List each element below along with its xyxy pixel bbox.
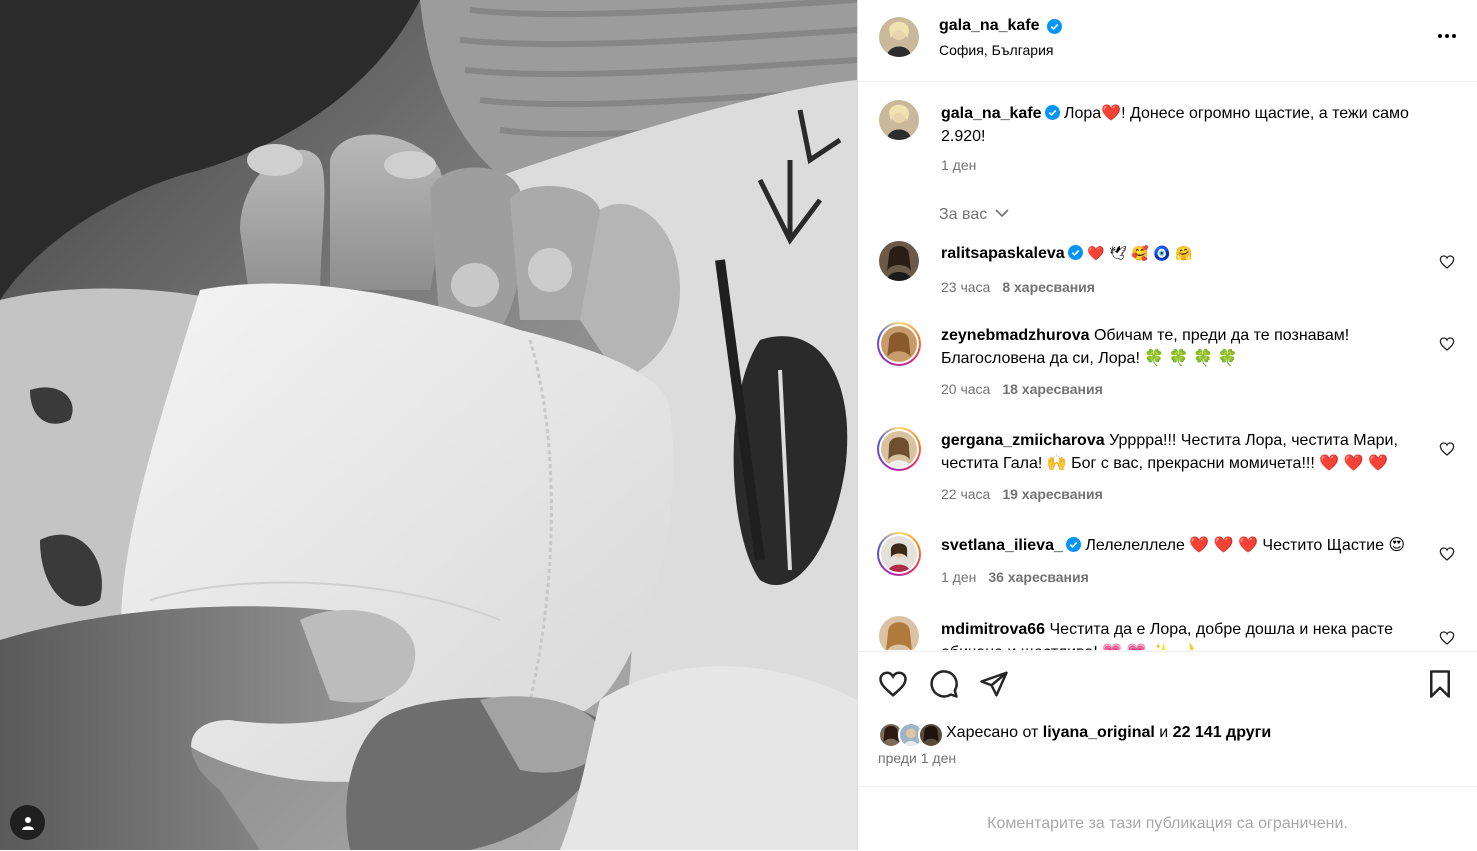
commenter-avatar[interactable]	[877, 427, 921, 471]
author-username[interactable]: gala_na_kafe	[939, 17, 1040, 35]
comment-text: ❤️ 🕊 🥰 🧿 🤗	[1087, 246, 1193, 262]
comment-meta: 1 ден 36 харесвания	[941, 569, 1089, 585]
caption-text-block: gala_na_kafe Лора❤️! Донесе огромно щаст…	[941, 102, 1456, 148]
comment-time: 20 часа	[941, 381, 991, 397]
comment-text-block: svetlana_ilieva_ Лелелеллеле ❤️ ❤️ ❤️ Че…	[941, 534, 1441, 557]
post-header: gala_na_kafe София, България	[858, 0, 1477, 82]
user-tag-button[interactable]	[10, 805, 45, 840]
commenter-avatar[interactable]	[879, 241, 919, 281]
for-you-label: За вас	[939, 206, 988, 223]
comment-time: 22 часа	[941, 486, 991, 502]
heart-icon[interactable]	[1439, 254, 1455, 270]
commenter-avatar[interactable]	[877, 322, 921, 366]
heart-icon[interactable]	[1439, 630, 1455, 646]
comment-icon[interactable]	[929, 669, 959, 699]
liked-by-text: Харесано от liyana_original и 22 141 дру…	[946, 724, 1271, 742]
caption-avatar[interactable]	[879, 100, 919, 140]
comment-username[interactable]: svetlana_ilieva_	[941, 537, 1063, 554]
chevron-down-icon	[995, 209, 1009, 218]
verified-icon	[1065, 537, 1081, 552]
comment-meta: 23 часа 8 харесвания	[941, 279, 1095, 295]
comments-restricted-notice: Коментарите за тази публикация са ограни…	[987, 815, 1348, 832]
share-icon[interactable]	[979, 669, 1009, 699]
author-avatar[interactable]	[879, 17, 919, 57]
comment-likes[interactable]: 18 харесвания	[1002, 381, 1102, 397]
liked-by-others[interactable]: 22 141 други	[1173, 724, 1272, 741]
caption-username[interactable]: gala_na_kafe	[941, 105, 1042, 122]
comment-text-block: gergana_zmiicharova Урррра!!! Честита Ло…	[941, 429, 1441, 475]
heart-icon[interactable]	[878, 669, 908, 699]
post-location[interactable]: София, България	[939, 42, 1053, 58]
more-icon[interactable]	[1435, 24, 1459, 48]
comment-username[interactable]: gergana_zmiicharova	[941, 432, 1105, 449]
comment-username[interactable]: mdimitrova66	[941, 621, 1045, 638]
comment-meta: 22 часа 19 харесвания	[941, 486, 1103, 502]
comment-likes[interactable]: 36 харесвания	[988, 569, 1088, 585]
post-actions: Харесано от liyana_original и 22 141 дру…	[858, 651, 1477, 787]
comment-username[interactable]: zeynebmadzhurova	[941, 327, 1089, 344]
user-tag-icon	[21, 816, 34, 830]
comment-text-block: zeynebmadzhurova Обичам те, преди да те …	[941, 324, 1441, 370]
comment-likes[interactable]: 19 харесвания	[1002, 486, 1102, 502]
liked-by-joiner: и	[1159, 724, 1169, 741]
liker-avatar	[918, 722, 944, 748]
liked-by-user[interactable]: liyana_original	[1043, 724, 1155, 741]
baby-hand-photo	[0, 0, 857, 850]
caption-time: 1 ден	[941, 157, 977, 173]
comment-footer: Коментарите за тази публикация са ограни…	[858, 786, 1477, 851]
liked-by-prefix: Харесано от	[946, 724, 1039, 741]
heart-icon[interactable]	[1439, 336, 1455, 352]
comment-text: Лелелеллеле ❤️ ❤️ ❤️ Честито Щастие 😍	[1085, 537, 1406, 554]
comment-text-block: mdimitrova66 Честита да е Лора, добре до…	[941, 618, 1441, 650]
heart-icon[interactable]	[1439, 546, 1455, 562]
comment-likes[interactable]: 8 харесвания	[1002, 279, 1095, 295]
verified-icon	[1067, 245, 1083, 260]
commenter-avatar[interactable]	[879, 616, 919, 650]
comment-meta: 20 часа 18 харесвания	[941, 381, 1103, 397]
comment-username[interactable]: ralitsapaskaleva	[941, 245, 1065, 262]
post-detail-panel: gala_na_kafe София, България gala_na_kaf…	[857, 0, 1477, 850]
verified-icon	[1044, 105, 1060, 120]
for-you-filter[interactable]: За вас	[939, 206, 1009, 224]
comment-time: 23 часа	[941, 279, 991, 295]
verified-icon	[1047, 19, 1062, 34]
post-time[interactable]: преди 1 ден	[878, 750, 956, 766]
comments-list[interactable]: gala_na_kafe Лора❤️! Донесе огромно щаст…	[858, 82, 1477, 650]
heart-icon[interactable]	[1439, 441, 1455, 457]
comment-text-block: ralitsapaskaleva ❤️ 🕊 🥰 🧿 🤗	[941, 242, 1441, 266]
save-icon[interactable]	[1425, 669, 1455, 699]
comment-time: 1 ден	[941, 569, 977, 585]
commenter-avatar[interactable]	[877, 532, 921, 576]
post-photo[interactable]	[0, 0, 857, 850]
